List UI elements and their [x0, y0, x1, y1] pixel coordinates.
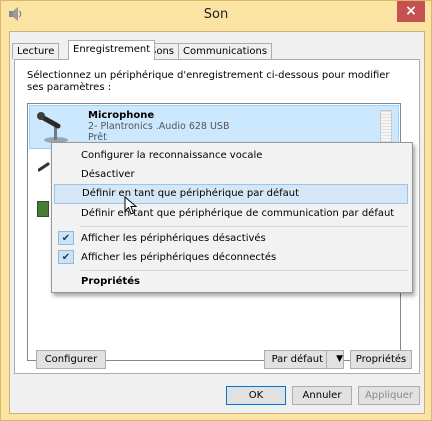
configure-button[interactable]: Configurer [36, 350, 106, 369]
window-title: Son [203, 7, 229, 22]
properties-button[interactable]: Propriétés [350, 350, 412, 369]
microphone-icon [37, 112, 68, 143]
device-name: Microphone [88, 110, 155, 121]
menu-item-configure-speech[interactable]: Configurer la reconnaissance vocale [54, 146, 408, 166]
checkmark-icon: ✔ [58, 231, 74, 245]
set-default-label: Par défaut [271, 354, 323, 365]
dropdown-arrow-icon[interactable]: ▼ [326, 351, 343, 368]
menu-item-show-disconnected-label: Afficher les périphériques déconnectés [81, 252, 277, 263]
headset-icon [38, 162, 50, 172]
set-default-split-button[interactable]: Par défaut ▼ [264, 350, 344, 369]
ok-button[interactable]: OK [226, 386, 286, 405]
menu-item-show-disabled[interactable]: ✔ Afficher les périphériques désactivés [54, 229, 408, 249]
menu-separator [80, 226, 408, 227]
instruction-text: Sélectionnez un périphérique d'enregistr… [27, 70, 390, 93]
context-menu: Configurer la reconnaissance vocale Désa… [51, 142, 413, 293]
menu-item-show-disabled-label: Afficher les périphériques désactivés [81, 233, 266, 244]
tab-communications[interactable]: Communications [178, 43, 273, 59]
mouse-cursor-icon [124, 196, 138, 215]
cancel-button[interactable]: Annuler [292, 386, 352, 405]
device-subtitle: 2- Plantronics .Audio 628 USB [88, 121, 230, 132]
checkmark-icon: ✔ [58, 250, 74, 264]
menu-item-disable[interactable]: Désactiver [54, 165, 408, 185]
line-in-icon [37, 201, 49, 217]
apply-button[interactable]: Appliquer [358, 386, 420, 405]
tab-enregistrement[interactable]: Enregistrement [68, 40, 156, 60]
close-button[interactable]: × [397, 1, 425, 22]
menu-separator [80, 270, 408, 271]
menu-item-properties[interactable]: Propriétés [54, 272, 408, 292]
tab-lecture[interactable]: Lecture [12, 43, 60, 59]
menu-item-set-default-communication[interactable]: Définir en tant que périphérique de comm… [54, 204, 408, 224]
menu-item-set-default[interactable]: Définir en tant que périphérique par déf… [54, 184, 408, 204]
menu-item-show-disconnected[interactable]: ✔ Afficher les périphériques déconnectés [54, 248, 408, 268]
level-meter [380, 110, 392, 146]
title-bar[interactable]: Son × [1, 1, 431, 31]
